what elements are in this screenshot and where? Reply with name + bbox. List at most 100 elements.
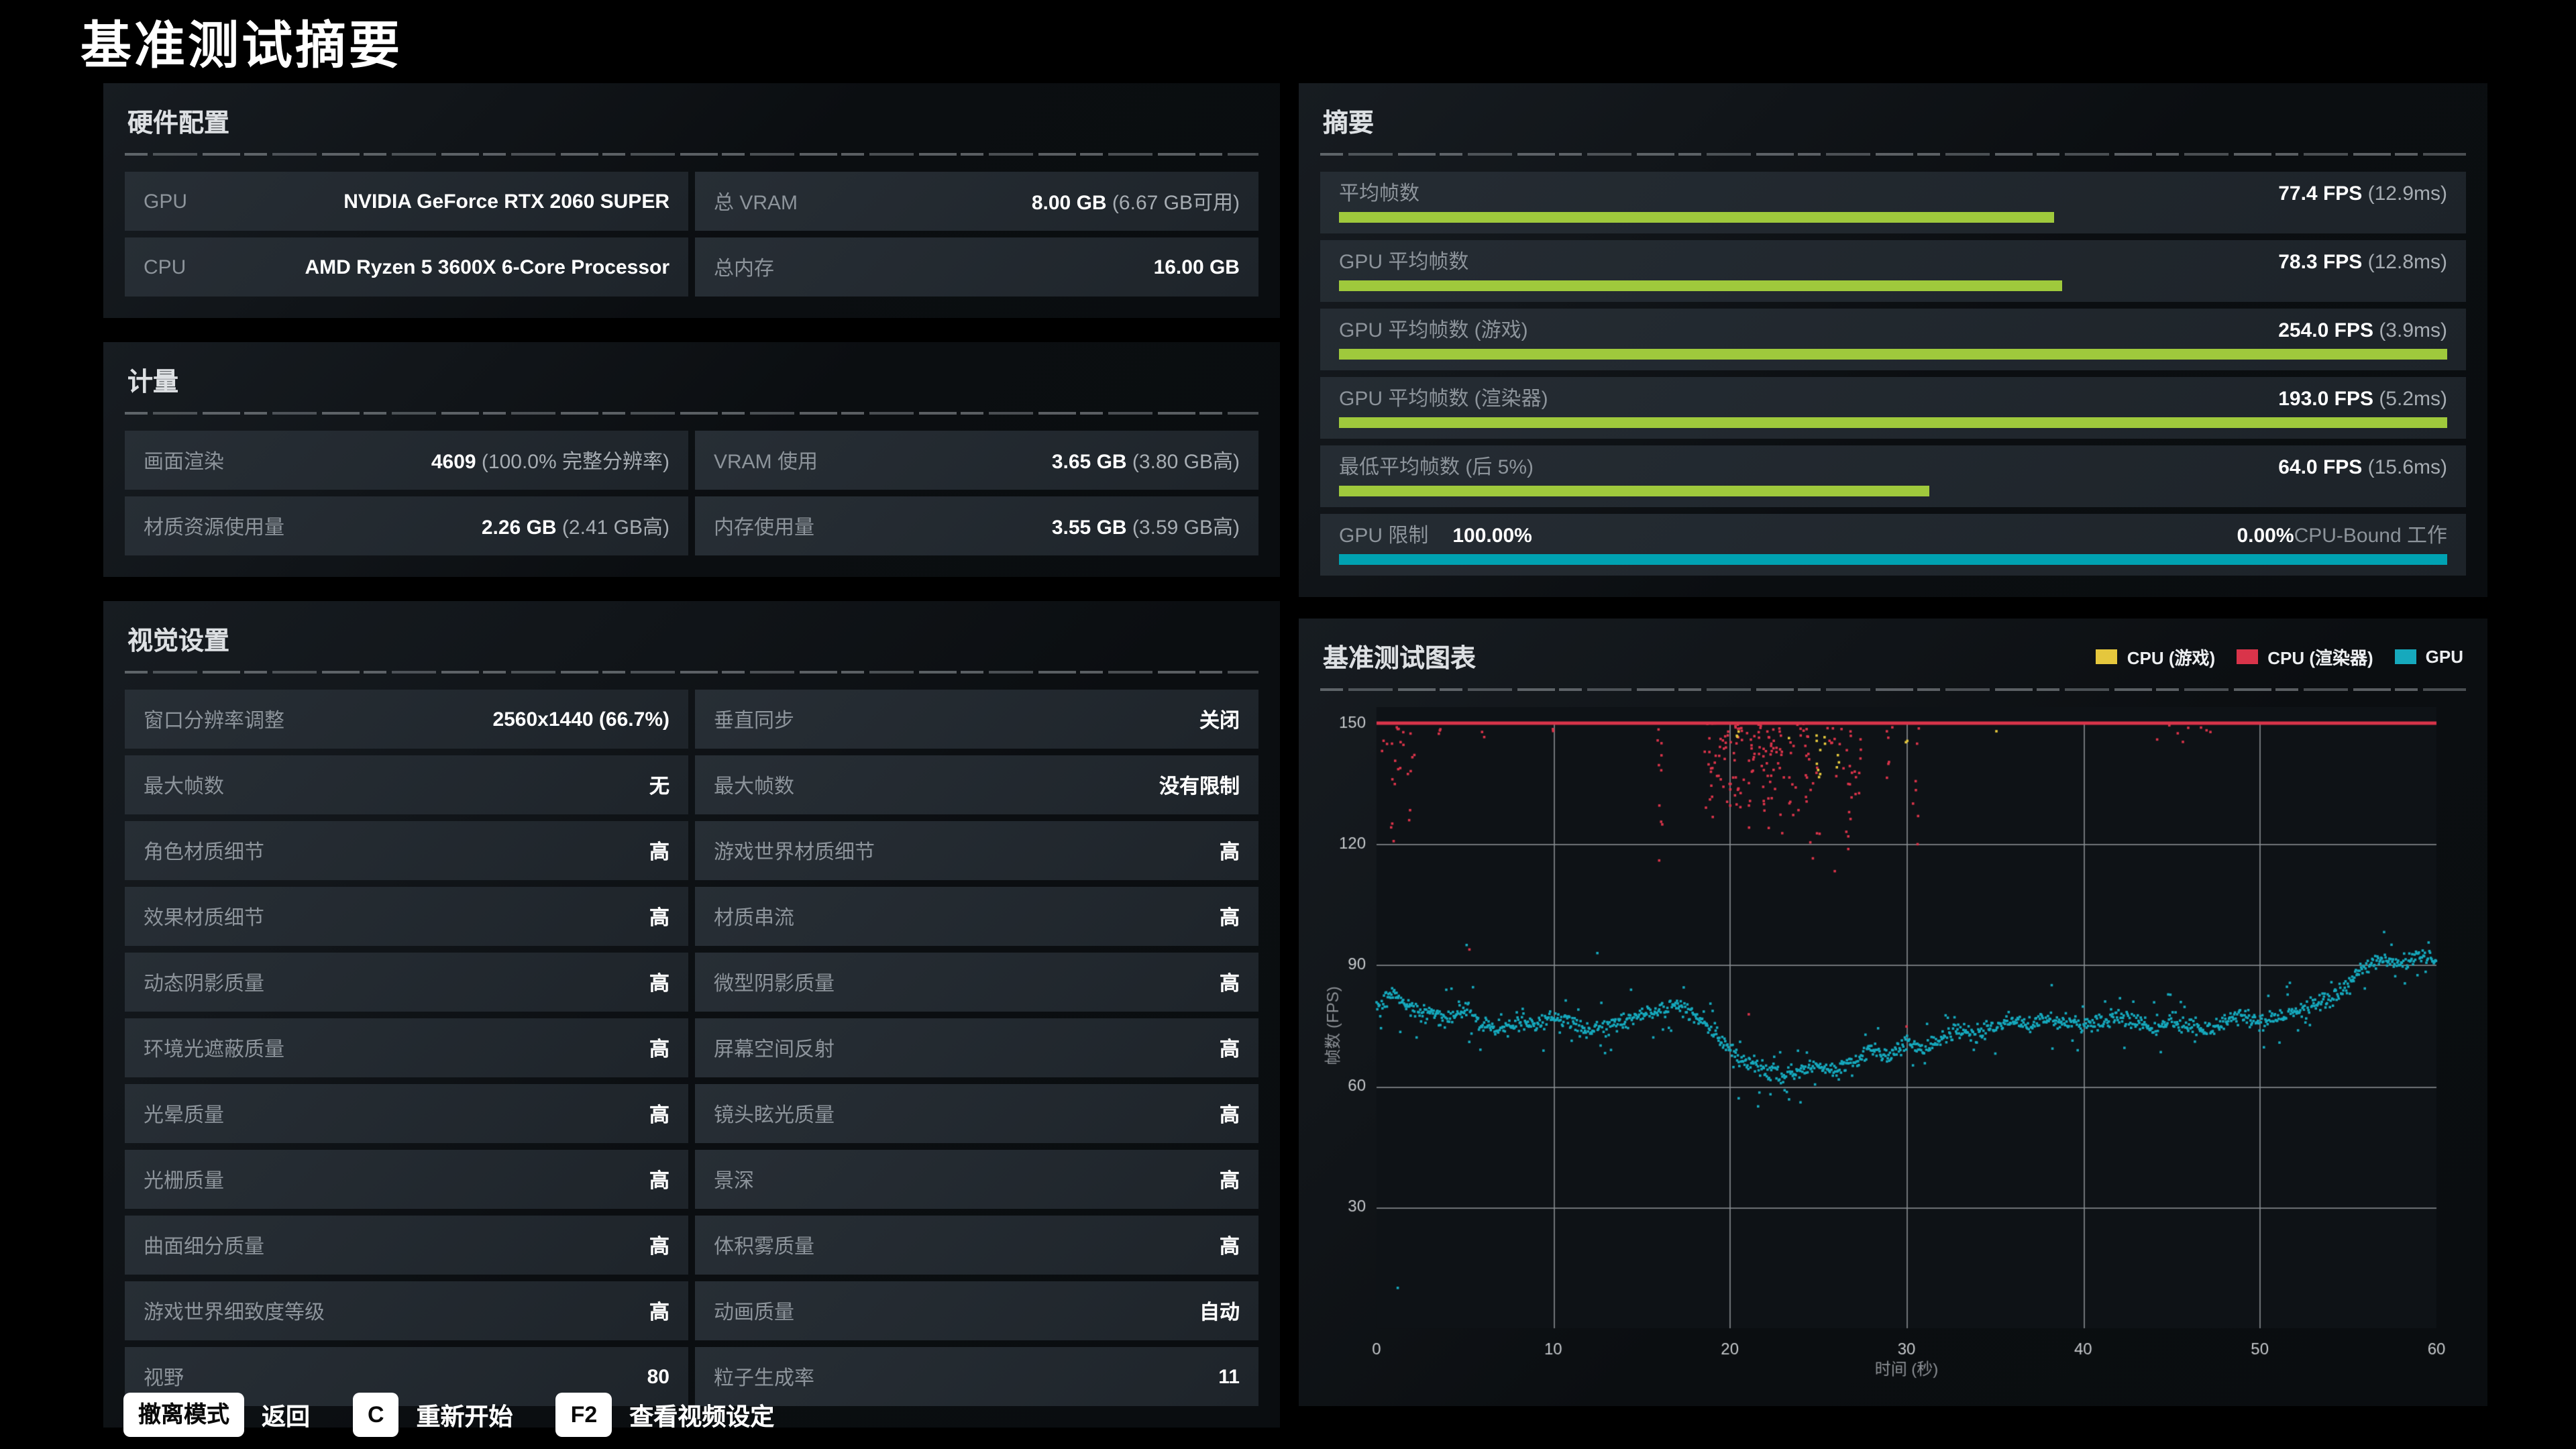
page-title: 基准测试摘要: [80, 4, 2576, 78]
cell-value: 3.65 GB (3.80 GB高): [1052, 446, 1240, 474]
cell-label: 景深: [714, 1165, 754, 1193]
setting-cell: 游戏世界细致度等级 高: [125, 1281, 688, 1340]
back-keycap[interactable]: 撤离模式: [123, 1393, 244, 1437]
cell-value: 高: [1220, 968, 1240, 996]
cell-label: 动画质量: [714, 1297, 794, 1325]
setting-cell: 垂直同步关闭: [695, 690, 1258, 749]
cell-label: 画面渲染: [144, 446, 224, 474]
chart-panel-title: 基准测试图表: [1323, 639, 1476, 675]
metrics-cells: 画面渲染 4609 (100.0% 完整分辨率) VRAM 使用3.65 GB (3…: [125, 431, 1258, 555]
summary-row-label: GPU 平均帧数 (游戏): [1339, 315, 1528, 343]
cell-value: 自动: [1199, 1297, 1240, 1325]
setting-cell: VRAM 使用3.65 GB (3.80 GB高): [695, 431, 1258, 490]
fps-bar: [1339, 486, 1930, 496]
summary-row-value: 77.4 FPS (12.9ms): [2278, 182, 2447, 205]
cell-secondary-value: (3.80 GB高): [1127, 450, 1240, 473]
gpu-limit-value: 100.00%: [1452, 525, 1532, 547]
cell-value: AMD Ryzen 5 3600X 6-Core Processor: [305, 256, 669, 278]
panel-hardware: 硬件配置 GPUNVIDIA GeForce RTX 2060 SUPER总 V…: [103, 83, 1280, 318]
cell-value: 高: [649, 902, 669, 930]
setting-cell: 光晕质量高: [125, 1084, 688, 1143]
cell-label: 材质资源使用量: [144, 512, 284, 540]
gpu-limit-bar: [1339, 554, 2447, 565]
fps-bar: [1339, 212, 2054, 223]
video-settings-keycap[interactable]: F2: [556, 1393, 612, 1437]
gpu-limit-row: GPU 限制 100.00% 0.00%CPU-Bound 工作: [1320, 514, 2466, 576]
restart-keycap[interactable]: C: [353, 1393, 399, 1437]
restart-label: 重新开始: [417, 1397, 513, 1432]
divider: [125, 412, 1258, 415]
setting-cell: 最大帧数 无: [125, 755, 688, 814]
fps-bar: [1339, 280, 2063, 291]
cell-value: 高: [649, 837, 669, 865]
cell-value: 高: [1220, 1034, 1240, 1062]
fps-bar-track: [1339, 486, 2447, 496]
setting-cell: 微型阴影质量高: [695, 953, 1258, 1012]
visual-settings-cells: 窗口分辨率调整2560x1440 (66.7%)垂直同步关闭最大帧数无最大帧数没…: [125, 690, 1258, 1406]
cell-label: 粒子生成率: [714, 1362, 814, 1391]
cell-value: 2.26 GB (2.41 GB高): [482, 512, 669, 540]
cell-label: 动态阴影质量: [144, 968, 264, 996]
summary-row-label: GPU 平均帧数 (渲染器): [1339, 384, 1548, 412]
divider: [1320, 688, 2466, 691]
cell-label: 屏幕空间反射: [714, 1034, 835, 1062]
bottom-hint-bar: 撤离模式 返回 C 重新开始 F2 查看视频设定: [123, 1393, 817, 1437]
divider: [1320, 153, 2466, 156]
cell-label: 光栅质量: [144, 1165, 224, 1193]
legend-item-cpu-render: CPU (渲染器): [2237, 644, 2373, 669]
cell-value: 关闭: [1199, 705, 1240, 733]
panel-metrics: 计量 画面渲染 4609 (100.0% 完整分辨率) VRAM 使用3.65 GB…: [103, 342, 1280, 577]
summary-panel-title: 摘要: [1323, 103, 2466, 140]
cell-value: NVIDIA GeForce RTX 2060 SUPER: [343, 190, 669, 213]
divider: [125, 671, 1258, 674]
cpu-game-swatch-icon: [2096, 649, 2118, 664]
cell-secondary-value: (6.67 GB可用): [1107, 191, 1240, 214]
setting-cell: 角色材质细节高: [125, 821, 688, 880]
setting-cell: 曲面细分质量高: [125, 1216, 688, 1275]
visual-panel-title: 视觉设置: [127, 621, 1258, 657]
legend-item-gpu: GPU: [2395, 647, 2463, 667]
gpu-swatch-icon: [2395, 649, 2416, 664]
panel-chart: 基准测试图表 CPU (游戏) CPU (渲染器) GPU: [1299, 619, 2487, 1406]
panel-visual-settings: 视觉设置 窗口分辨率调整2560x1440 (66.7%)垂直同步关闭最大帧数无…: [103, 601, 1280, 1428]
cell-value: 高: [649, 1297, 669, 1325]
cell-value: 高: [649, 1165, 669, 1193]
cell-value: 无: [649, 771, 669, 799]
summary-row-value: 78.3 FPS (12.8ms): [2278, 251, 2447, 274]
setting-cell: 材质串流高: [695, 887, 1258, 946]
cell-label: 效果材质细节: [144, 902, 264, 930]
cell-label: 最大帧数: [144, 771, 224, 799]
cell-label: 游戏世界细致度等级: [144, 1297, 325, 1325]
hint-restart[interactable]: C 重新开始: [353, 1393, 513, 1437]
cell-label: 视野: [144, 1362, 184, 1391]
metrics-panel-title: 计量: [127, 362, 1258, 398]
cell-label: 窗口分辨率调整: [144, 705, 284, 733]
setting-cell: 动态阴影质量 高: [125, 953, 688, 1012]
cell-value: 高: [649, 1099, 669, 1128]
hint-back[interactable]: 撤离模式 返回: [123, 1393, 310, 1437]
cell-value: 80: [647, 1365, 669, 1388]
summary-row: 平均帧数77.4 FPS (12.9ms): [1320, 172, 2466, 233]
cell-secondary-value: (100.0% 完整分辨率): [476, 450, 669, 473]
cell-value: 高: [649, 968, 669, 996]
cell-secondary-value: (3.59 GB高): [1127, 516, 1240, 539]
left-column: 硬件配置 GPUNVIDIA GeForce RTX 2060 SUPER总 V…: [103, 83, 1280, 1428]
fps-bar-track: [1339, 212, 2447, 223]
divider: [125, 153, 1258, 156]
fps-bar-track: [1339, 349, 2447, 360]
hardware-cells: GPUNVIDIA GeForce RTX 2060 SUPER总 VRAM8.…: [125, 172, 1258, 297]
setting-cell: 效果材质细节 高: [125, 887, 688, 946]
cell-secondary-value: (2.41 GB高): [557, 516, 669, 539]
cell-value: 高: [649, 1231, 669, 1259]
summary-row-value: 64.0 FPS (15.6ms): [2278, 456, 2447, 479]
summary-row: GPU 平均帧数78.3 FPS (12.8ms): [1320, 240, 2466, 302]
cpu-bound-label: CPU-Bound 工作: [2294, 525, 2447, 547]
hint-video-settings[interactable]: F2 查看视频设定: [556, 1393, 775, 1437]
setting-cell: 游戏世界材质细节高: [695, 821, 1258, 880]
summary-row-ms: (12.8ms): [2368, 251, 2447, 274]
cell-value: 4609 (100.0% 完整分辨率): [431, 446, 669, 474]
cell-label: 镜头眩光质量: [714, 1099, 835, 1128]
cell-value: 没有限制: [1159, 771, 1240, 799]
setting-cell: 环境光遮蔽质量高: [125, 1018, 688, 1077]
setting-cell: 光栅质量 高: [125, 1150, 688, 1209]
